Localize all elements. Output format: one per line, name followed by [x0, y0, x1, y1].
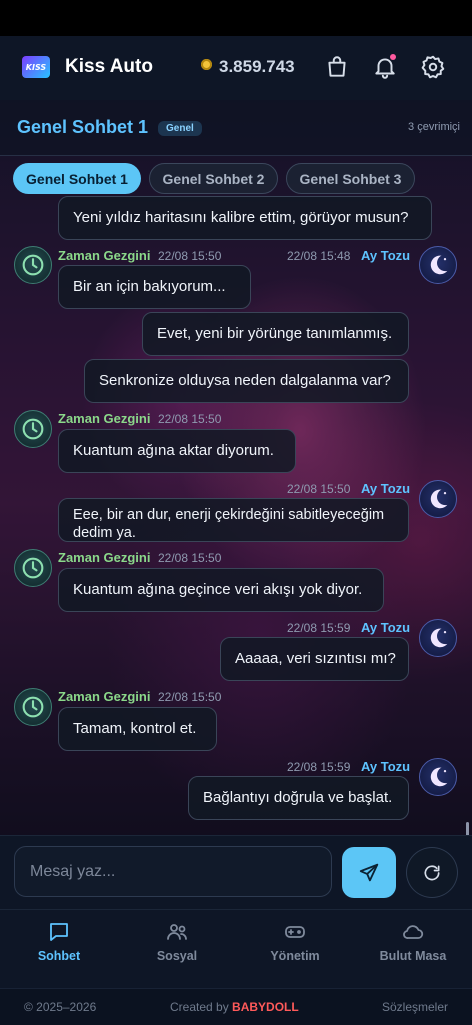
- nav-label: Sosyal: [156, 949, 198, 963]
- message-bubble: Eee, bir an dur, enerji çekirdeğini sabi…: [58, 498, 409, 542]
- gamepad-icon: [285, 926, 305, 938]
- coin-icon: [201, 59, 212, 70]
- moon-icon: [430, 489, 448, 509]
- message-author[interactable]: Ay Tozu: [361, 620, 410, 635]
- nav-item-bulut-masa[interactable]: Bulut Masa: [354, 920, 472, 980]
- message-bubble: Tamam, kontrol et.: [58, 707, 217, 751]
- chat-badge: Genel: [158, 121, 202, 136]
- avatar[interactable]: [14, 410, 52, 448]
- notification-dot: [390, 54, 396, 60]
- copyright: © 2025–2026: [24, 1000, 97, 1014]
- avatar[interactable]: [419, 246, 457, 284]
- message-bubble: Yeni yıldız haritasını kalibre ettim, gö…: [58, 196, 432, 240]
- message-time: 22/08 15:50: [287, 482, 351, 496]
- online-count: 3 çevrimiçi: [408, 121, 460, 133]
- message-bubble: Aaaaa, veri sızıntısı mı?: [220, 637, 409, 681]
- terms-link[interactable]: Sözleşmeler: [382, 1000, 448, 1014]
- message-author[interactable]: Ay Tozu: [361, 248, 410, 263]
- message-time: 22/08 15:48: [287, 249, 351, 263]
- nav-item-sohbet[interactable]: Sohbet: [0, 920, 118, 980]
- nav-label: Yönetim: [270, 949, 320, 963]
- message-bubble: Kuantum ağına geçince veri akışı yok diy…: [58, 568, 384, 612]
- avatar[interactable]: [14, 688, 52, 726]
- clock-icon: [22, 254, 44, 276]
- message-author[interactable]: Zaman Gezgini: [58, 411, 150, 426]
- gear-icon: [421, 55, 445, 79]
- cloud-icon: [403, 925, 424, 939]
- created-by-text: Created by: [170, 1000, 229, 1014]
- avatar[interactable]: [419, 480, 457, 518]
- message-bubble: Senkronize olduysa neden dalgalanma var?: [84, 359, 409, 403]
- message-author[interactable]: Ay Tozu: [361, 759, 410, 774]
- clock-icon: [22, 557, 44, 579]
- nav-item-yonetim[interactable]: Yönetim: [236, 920, 354, 980]
- moon-icon: [430, 628, 448, 648]
- tab-genel-sohbet-2[interactable]: Genel Sohbet 2: [149, 163, 278, 194]
- settings-button[interactable]: [420, 54, 446, 80]
- footer: © 2025–2026 Created by BABYDOLL Sözleşme…: [0, 988, 472, 1025]
- chat-title: Genel Sohbet 1: [17, 117, 149, 137]
- message-author[interactable]: Ay Tozu: [361, 481, 410, 496]
- chat-icon: [50, 923, 68, 941]
- refresh-icon: [424, 864, 440, 880]
- bottom-nav: Sohbet Sosyal Yönetim Bulut Masa: [0, 909, 472, 989]
- refresh-button[interactable]: [406, 847, 458, 898]
- message-time: 22/08 15:50: [158, 249, 222, 263]
- avatar[interactable]: [14, 549, 52, 587]
- message-bubble: Kuantum ağına aktar diyorum.: [58, 429, 296, 473]
- notifications-button[interactable]: [372, 54, 398, 80]
- users-icon: [167, 924, 187, 940]
- message-time: 22/08 15:59: [287, 621, 351, 635]
- message-time: 22/08 15:50: [158, 412, 222, 426]
- tab-genel-sohbet-3[interactable]: Genel Sohbet 3: [286, 163, 415, 194]
- clock-icon: [22, 418, 44, 440]
- message-author[interactable]: Zaman Gezgini: [58, 550, 150, 565]
- brand-link[interactable]: BABYDOLL: [232, 1000, 299, 1014]
- avatar[interactable]: [419, 619, 457, 657]
- tab-genel-sohbet-1[interactable]: Genel Sohbet 1: [13, 163, 141, 194]
- message-bubble: Bir an için bakıyorum...: [58, 265, 251, 309]
- scrollbar[interactable]: [466, 822, 469, 835]
- message-time: 22/08 15:59: [287, 760, 351, 774]
- message-bubble: Bağlantıyı doğrula ve başlat.: [188, 776, 409, 820]
- moon-icon: [430, 255, 448, 275]
- message-author[interactable]: Zaman Gezgini: [58, 689, 150, 704]
- app-bar: KISS Kiss Auto 3.859.743: [0, 36, 472, 101]
- status-bar: [0, 0, 472, 36]
- nav-label: Sohbet: [37, 949, 81, 963]
- avatar[interactable]: [14, 246, 52, 284]
- shopping-bag-button[interactable]: [324, 54, 350, 80]
- credits: Created by BABYDOLL: [170, 1000, 299, 1014]
- message-composer: [0, 835, 472, 910]
- nav-item-sosyal[interactable]: Sosyal: [118, 920, 236, 980]
- app-title: Kiss Auto: [65, 56, 153, 77]
- chat-header: Genel Sohbet 1 Genel 3 çevrimiçi: [0, 100, 472, 156]
- coin-balance: 3.859.743: [219, 57, 295, 76]
- message-bubble: Evet, yeni bir yörünge tanımlanmış.: [142, 312, 409, 356]
- message-time: 22/08 15:50: [158, 690, 222, 704]
- clock-icon: [22, 696, 44, 718]
- message-input[interactable]: [14, 846, 332, 897]
- nav-label: Bulut Masa: [379, 949, 447, 963]
- message-author[interactable]: Zaman Gezgini: [58, 248, 150, 263]
- avatar[interactable]: [419, 758, 457, 796]
- message-time: 22/08 15:50: [158, 551, 222, 565]
- moon-icon: [430, 767, 448, 787]
- shopping-bag-icon: [328, 56, 346, 77]
- send-button[interactable]: [342, 847, 396, 898]
- app-logo: KISS: [22, 56, 50, 78]
- send-icon: [359, 863, 379, 881]
